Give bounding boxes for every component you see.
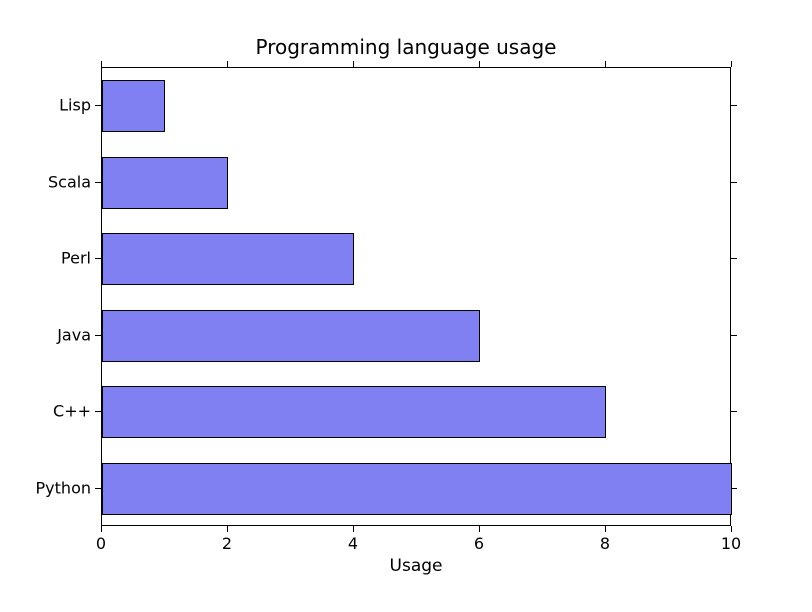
y-tick — [95, 411, 101, 412]
chart-title: Programming language usage — [0, 35, 812, 59]
y-tick-label: Python — [36, 478, 91, 497]
bar — [102, 386, 606, 438]
x-tick — [227, 61, 228, 67]
y-tick — [731, 258, 737, 259]
y-tick — [95, 182, 101, 183]
x-tick — [101, 526, 102, 532]
x-tick — [731, 61, 732, 67]
y-tick — [731, 411, 737, 412]
x-tick-label: 0 — [96, 534, 106, 553]
x-tick-label: 4 — [348, 534, 358, 553]
x-tick-label: 10 — [721, 534, 741, 553]
bar — [102, 310, 480, 362]
bar — [102, 463, 732, 515]
y-tick-label: C++ — [53, 402, 91, 421]
y-tick-label: Scala — [48, 172, 91, 191]
y-tick — [731, 182, 737, 183]
y-tick — [731, 105, 737, 106]
y-tick — [95, 105, 101, 106]
plot-area — [101, 67, 731, 526]
x-tick — [479, 526, 480, 532]
x-tick-label: 8 — [600, 534, 610, 553]
y-tick-label: Java — [57, 325, 91, 344]
x-tick — [605, 526, 606, 532]
x-tick — [101, 61, 102, 67]
x-tick — [353, 526, 354, 532]
bar — [102, 233, 354, 285]
x-tick — [353, 61, 354, 67]
x-tick-label: 6 — [474, 534, 484, 553]
chart-figure: Programming language usage Usage 0 2 4 6 8 10… — [0, 0, 812, 612]
y-tick — [731, 335, 737, 336]
x-tick — [605, 61, 606, 67]
x-tick — [227, 526, 228, 532]
y-tick — [95, 335, 101, 336]
x-tick — [731, 526, 732, 532]
y-tick — [95, 488, 101, 489]
bar — [102, 157, 228, 209]
y-tick-label: Perl — [61, 249, 91, 268]
x-tick-label: 2 — [222, 534, 232, 553]
x-tick — [479, 61, 480, 67]
y-tick — [731, 488, 737, 489]
y-tick-label: Lisp — [59, 96, 91, 115]
y-tick — [95, 258, 101, 259]
x-axis-label: Usage — [390, 556, 443, 576]
bar — [102, 80, 165, 132]
